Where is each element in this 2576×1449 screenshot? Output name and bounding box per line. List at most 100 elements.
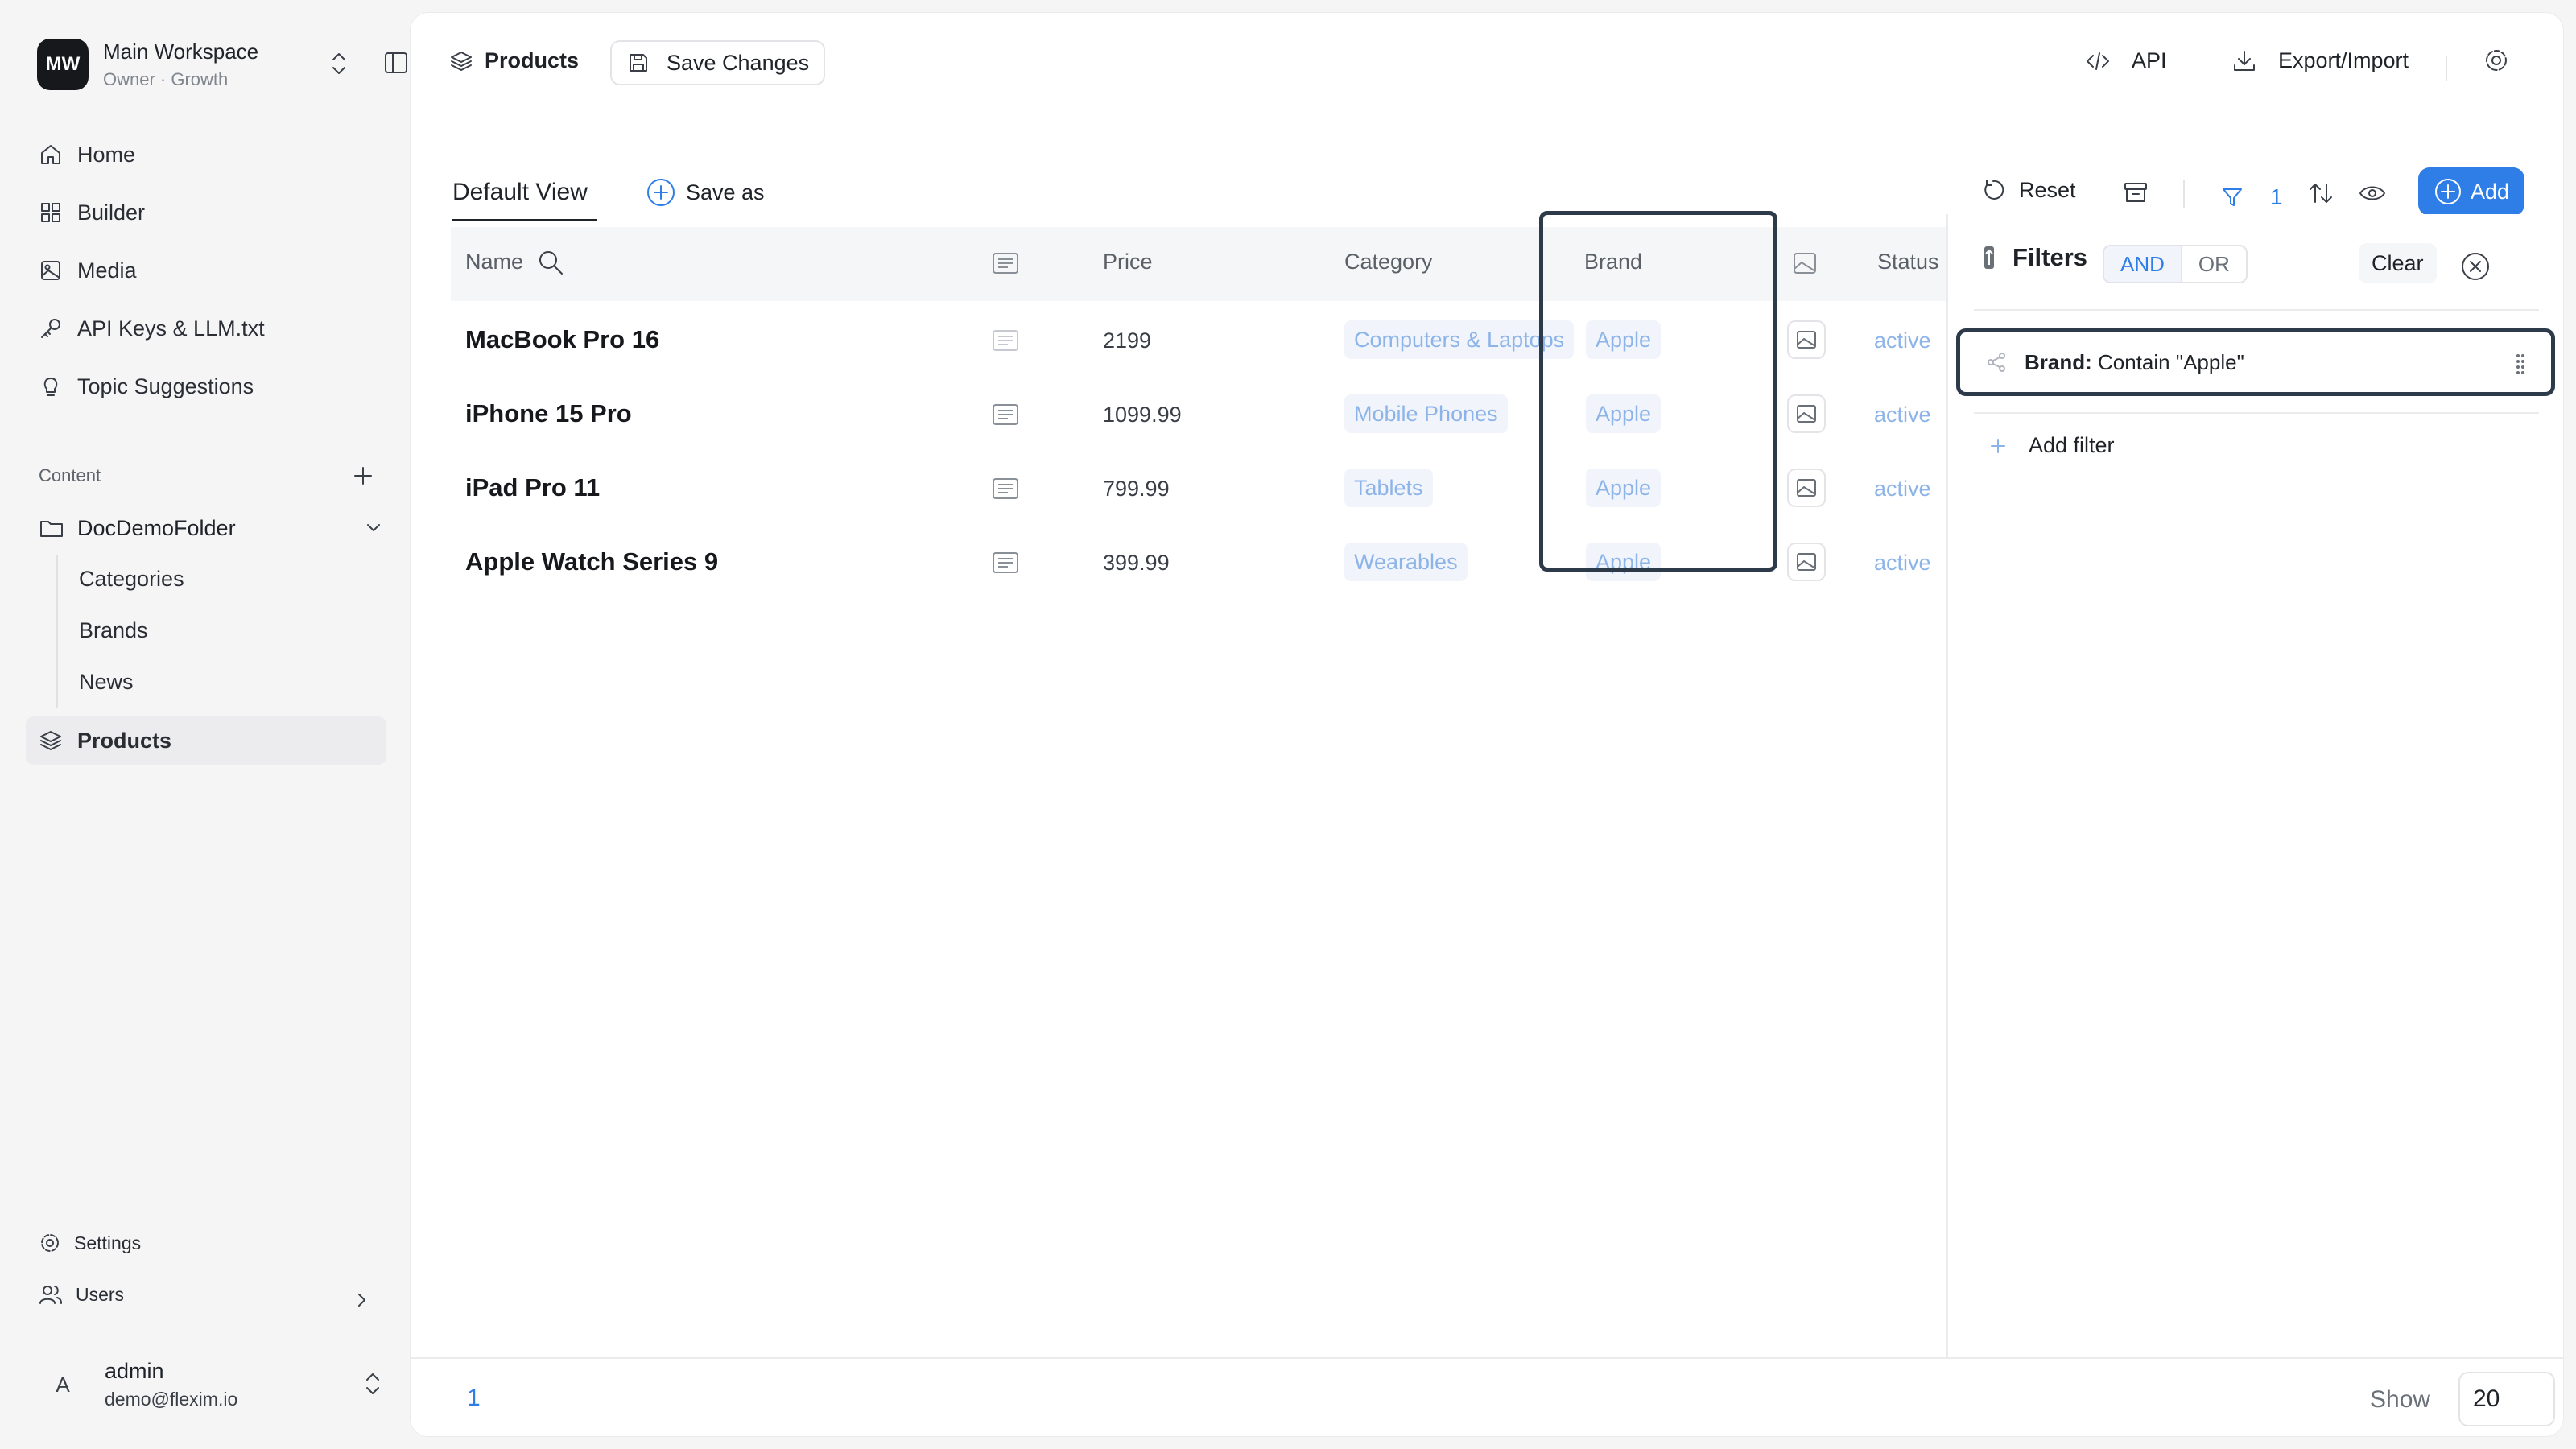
home-icon xyxy=(39,142,63,167)
category-tag[interactable]: Mobile Phones xyxy=(1344,394,1508,433)
image-thumbnail-icon[interactable] xyxy=(1787,469,1826,507)
reset-button[interactable]: Reset xyxy=(1980,177,2076,203)
cell-price: 2199 xyxy=(1103,328,1152,353)
chevron-up-down-icon[interactable] xyxy=(361,1370,385,1397)
sidebar-item-label: Home xyxy=(77,142,136,167)
sidebar-toggle-icon[interactable] xyxy=(383,50,409,76)
add-button[interactable]: Add xyxy=(2418,167,2524,216)
plus-icon[interactable] xyxy=(351,464,375,488)
lightbulb-icon xyxy=(39,374,63,398)
image-column-icon xyxy=(1792,251,1818,275)
filter-icon xyxy=(2220,185,2244,209)
workspace-switcher[interactable]: MW Main Workspace Owner · Growth xyxy=(37,35,407,93)
filter-rule[interactable]: Brand: Contain "Apple" xyxy=(1956,328,2555,396)
cell-name[interactable]: MacBook Pro 16 xyxy=(465,325,659,354)
chevron-down-icon[interactable] xyxy=(362,517,385,539)
tab-default-view[interactable]: Default View xyxy=(452,179,588,206)
sidebar-item-products[interactable]: Products xyxy=(26,716,386,765)
sidebar-item-label: Topic Suggestions xyxy=(77,374,254,398)
code-icon xyxy=(2085,49,2111,73)
sidebar-item-categories[interactable]: Categories xyxy=(79,567,184,592)
api-button[interactable]: API xyxy=(2085,48,2167,73)
image-thumbnail-icon[interactable] xyxy=(1787,543,1826,581)
close-icon[interactable] xyxy=(2460,251,2491,282)
rich-text-icon[interactable] xyxy=(992,551,1019,575)
logic-toggle[interactable]: AND OR xyxy=(2103,245,2248,283)
sidebar-item-media[interactable]: Media xyxy=(26,246,386,295)
page-size-input[interactable] xyxy=(2458,1372,2555,1426)
save-as-label: Save as xyxy=(686,180,765,204)
layers-icon xyxy=(39,729,63,753)
image-thumbnail-icon[interactable] xyxy=(1787,394,1826,433)
breadcrumb[interactable]: Products xyxy=(449,48,579,73)
sidebar-item-brands[interactable]: Brands xyxy=(79,618,148,643)
cell-status: active xyxy=(1874,328,1931,353)
sidebar-item-users[interactable]: Users xyxy=(39,1283,124,1306)
column-header-name[interactable]: Name xyxy=(465,250,523,275)
rich-text-icon[interactable] xyxy=(992,328,1019,353)
main-panel: Products Save Changes API Export/Import … xyxy=(411,13,2563,1436)
users-icon xyxy=(39,1283,63,1306)
sidebar-item-builder[interactable]: Builder xyxy=(26,188,386,237)
category-tag[interactable]: Tablets xyxy=(1344,469,1433,507)
tree-line xyxy=(56,555,58,708)
divider xyxy=(2183,180,2185,208)
sidebar-item-label: Media xyxy=(77,258,137,283)
filter-rule-text: Contain "Apple" xyxy=(2098,349,2244,374)
sidebar-item-label: API Keys & LLM.txt xyxy=(77,316,265,341)
share-icon xyxy=(1984,350,2008,374)
logic-and-button[interactable]: AND xyxy=(2104,246,2181,282)
column-header-price[interactable]: Price xyxy=(1103,250,1153,275)
chevron-up-down-icon[interactable] xyxy=(327,50,351,77)
add-filter-button[interactable]: Add filter xyxy=(1987,433,2115,458)
user-email: demo@flexim.io xyxy=(105,1389,238,1410)
cell-name[interactable]: iPhone 15 Pro xyxy=(465,399,632,428)
cell-status: active xyxy=(1874,402,1931,427)
category-tag[interactable]: Wearables xyxy=(1344,543,1468,581)
cell-price: 1099.99 xyxy=(1103,402,1182,427)
user-menu[interactable]: A admin demo@flexim.io xyxy=(39,1356,385,1414)
sidebar-item-api-keys[interactable]: API Keys & LLM.txt xyxy=(26,304,386,353)
export-import-label: Export/Import xyxy=(2278,48,2409,72)
sidebar-item-topic-suggestions[interactable]: Topic Suggestions xyxy=(26,362,386,411)
page-number[interactable]: 1 xyxy=(467,1385,481,1412)
sidebar-item-home[interactable]: Home xyxy=(26,130,386,179)
rich-text-icon[interactable] xyxy=(992,402,1019,427)
archive-icon[interactable] xyxy=(2122,179,2149,206)
drag-handle-icon[interactable] xyxy=(2514,352,2527,376)
sidebar: MW Main Workspace Owner · Growth Home Bu… xyxy=(0,0,409,1449)
reset-icon xyxy=(1980,177,2006,203)
save-as-button[interactable]: Save as xyxy=(646,177,765,208)
image-thumbnail-icon[interactable] xyxy=(1787,320,1826,359)
eye-icon[interactable] xyxy=(2359,182,2386,204)
gear-icon[interactable] xyxy=(2483,47,2510,74)
cell-price: 399.99 xyxy=(1103,551,1170,575)
filter-rule-field: Brand: xyxy=(2025,349,2092,374)
grid-icon xyxy=(39,200,63,225)
divider xyxy=(1974,309,2539,311)
cell-name[interactable]: iPad Pro 11 xyxy=(465,473,600,502)
rich-text-icon[interactable] xyxy=(992,477,1019,501)
save-changes-button[interactable]: Save Changes xyxy=(610,40,826,85)
sidebar-item-label: Builder xyxy=(77,200,146,225)
content-section-label: Content xyxy=(39,465,101,485)
save-icon xyxy=(626,51,650,75)
cell-name[interactable]: Apple Watch Series 9 xyxy=(465,547,718,576)
column-header-status[interactable]: Status xyxy=(1877,250,1939,275)
folder-docdemofolder[interactable]: DocDemoFolder xyxy=(39,510,385,546)
column-header-category[interactable]: Category xyxy=(1344,250,1433,275)
key-icon xyxy=(39,316,63,341)
workspace-subtitle: Owner · Growth xyxy=(103,68,229,89)
sidebar-item-settings[interactable]: Settings xyxy=(39,1232,141,1254)
sort-icon[interactable] xyxy=(2307,180,2334,206)
export-import-button[interactable]: Export/Import xyxy=(2231,48,2409,73)
sidebar-item-news[interactable]: News xyxy=(79,670,134,695)
chevron-right-icon[interactable] xyxy=(351,1290,372,1311)
clear-filters-button[interactable]: Clear xyxy=(2359,243,2437,283)
cell-status: active xyxy=(1874,477,1931,501)
folder-label: DocDemoFolder xyxy=(77,515,236,540)
tab-underline xyxy=(452,219,597,221)
avatar: A xyxy=(56,1372,70,1397)
search-icon[interactable] xyxy=(536,248,565,277)
logic-or-button[interactable]: OR xyxy=(2180,246,2246,282)
